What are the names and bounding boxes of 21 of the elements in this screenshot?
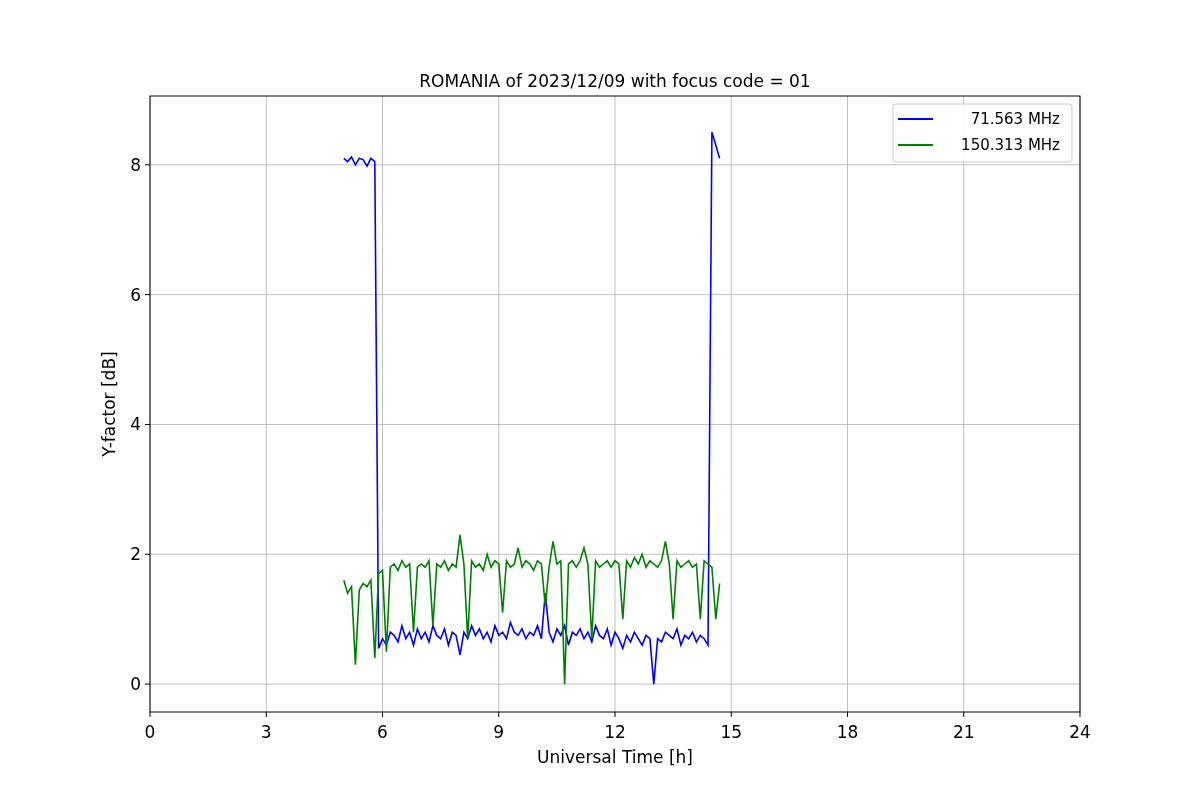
x-tick-label: 18 — [836, 722, 859, 742]
x-tick-label: 24 — [1069, 722, 1091, 742]
y-tick-label: 8 — [130, 154, 141, 175]
x-axis-label: Universal Time [h] — [537, 747, 693, 767]
legend-line — [897, 144, 934, 146]
y-tick-label: 4 — [130, 414, 141, 435]
chart-title: ROMANIA of 2023/12/09 with focus code = 01 — [419, 71, 811, 91]
x-tick-label: 9 — [493, 722, 505, 742]
y-tick-label: 0 — [130, 674, 141, 695]
legend-label: 71.563 MHz — [970, 110, 1060, 128]
legend-label: 150.313 MHz — [961, 136, 1060, 154]
y-tick-label: 6 — [130, 284, 141, 305]
x-tick-label: 6 — [377, 722, 388, 742]
y-tick-label: 2 — [130, 544, 141, 565]
x-tick-label: 12 — [604, 722, 626, 742]
x-tick-label: 0 — [144, 722, 156, 742]
x-tick-label: 21 — [952, 722, 975, 742]
legend-line — [897, 118, 934, 120]
x-tick-label: 3 — [260, 722, 272, 742]
x-tick-label: 15 — [720, 722, 743, 742]
y-axis-label: Y-factor [dB] — [99, 351, 119, 457]
